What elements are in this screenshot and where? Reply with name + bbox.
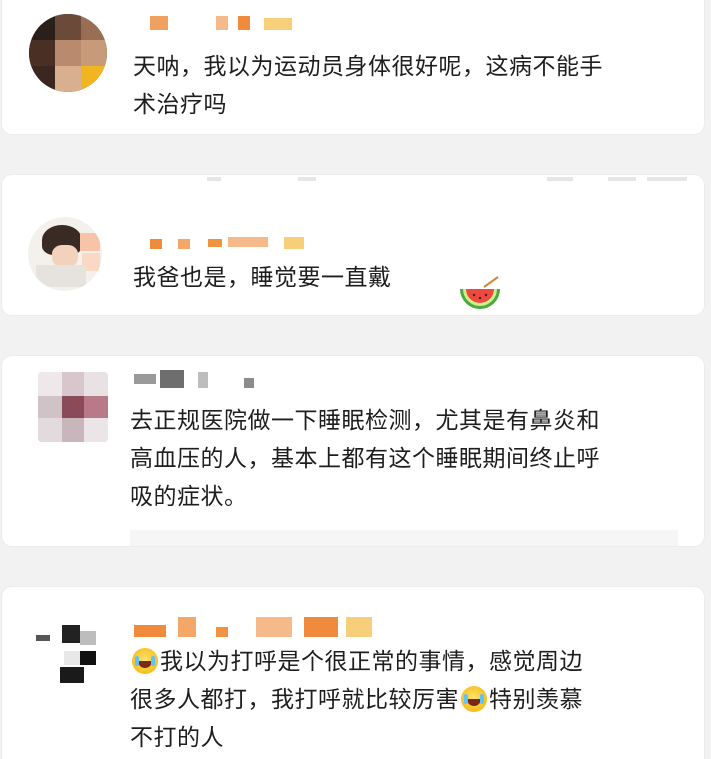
comment-text: 我爸也是，睡觉要一直戴 [133, 265, 392, 291]
comment-card-2: 我爸也是，睡觉要一直戴 [2, 175, 704, 315]
divider [130, 530, 678, 546]
comment-text: 天呐，我以为运动员身体很好呢，这病不能手 术治疗吗 [133, 54, 603, 118]
laugh-cry-icon [132, 648, 158, 674]
laugh-cry-icon [461, 686, 487, 712]
comment-text: 去正规医院做一下睡眠检测，尤其是有鼻炎和 高血压的人，基本上都有这个睡眠期间终止… [130, 408, 600, 510]
avatar[interactable] [28, 217, 102, 291]
comment-card-3: 去正规医院做一下睡眠检测，尤其是有鼻炎和 高血压的人，基本上都有这个睡眠期间终止… [2, 356, 704, 546]
comment-card-1: 天呐，我以为运动员身体很好呢，这病不能手 术治疗吗 [2, 0, 704, 134]
comment-card-4: 我以为打呼是个很正常的事情，感觉周边 很多人都打，我打呼就比较厉害 特别羡慕 不打… [2, 587, 704, 759]
watermelon-icon [460, 276, 500, 309]
comment-text: 我以为打呼是个很正常的事情，感觉周边 很多人都打，我打呼就比较厉害 特别羡慕 不打… [130, 648, 583, 751]
avatar[interactable] [38, 372, 108, 442]
avatar[interactable] [36, 625, 98, 687]
avatar[interactable] [29, 14, 107, 92]
